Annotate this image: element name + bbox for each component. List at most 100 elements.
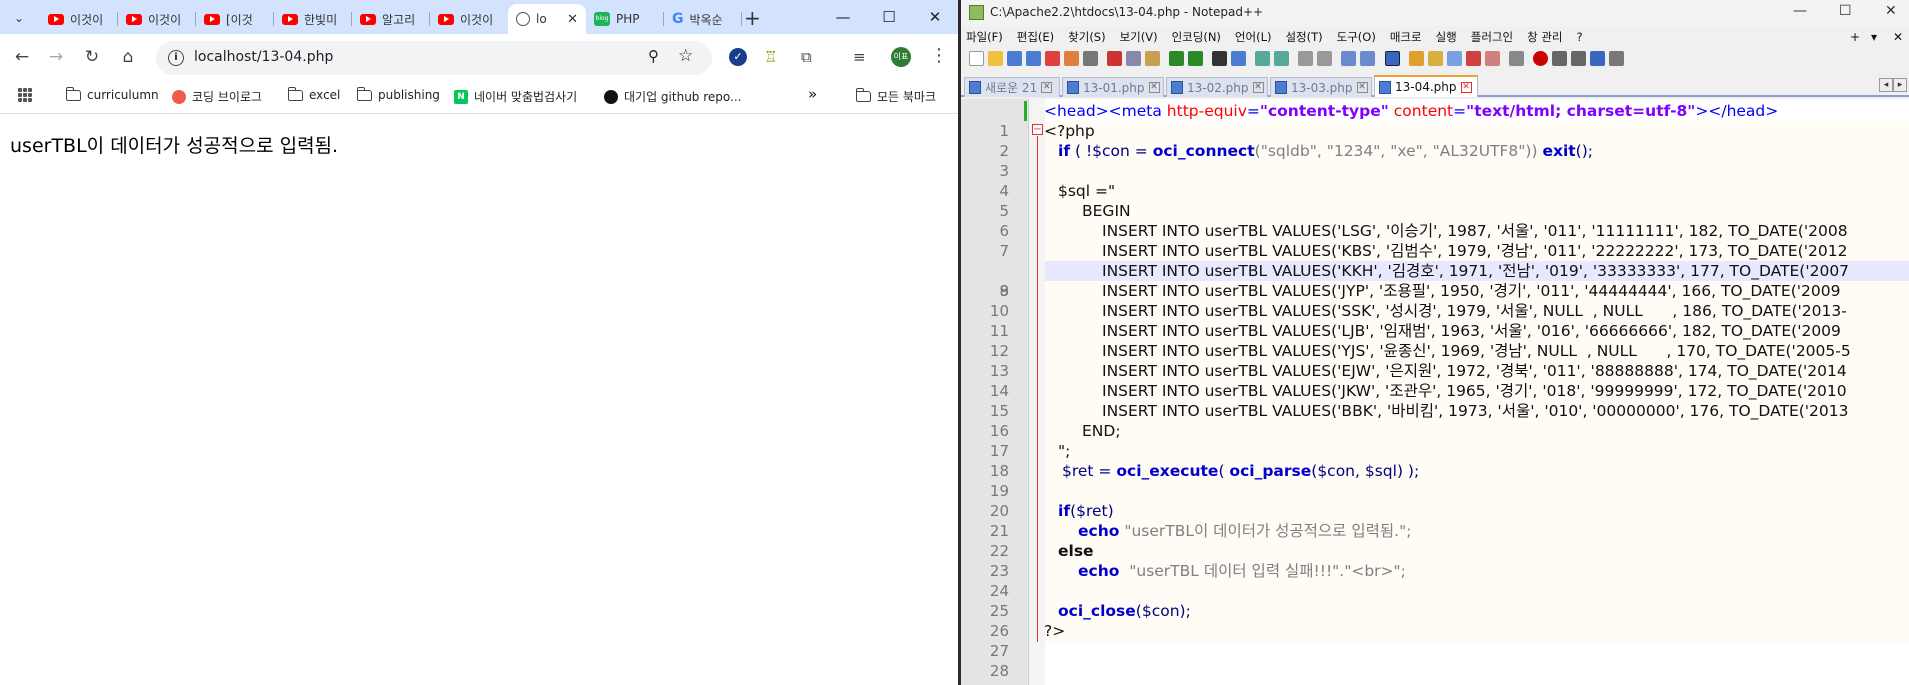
menu-run[interactable]: 실행: [1436, 27, 1457, 47]
tab-close-icon[interactable]: ✕: [1252, 82, 1264, 93]
menu-window[interactable]: 창 관리: [1527, 27, 1562, 47]
menu-macro[interactable]: 매크로: [1390, 27, 1422, 47]
browser-tab[interactable]: 알고리: [352, 4, 430, 34]
menu-view[interactable]: 보기(V): [1120, 27, 1158, 47]
open-file-icon[interactable]: [988, 51, 1003, 66]
tab-search-button[interactable]: ⌄: [8, 7, 30, 29]
menu-tools[interactable]: 도구(O): [1337, 27, 1376, 47]
paste-icon[interactable]: [1145, 51, 1160, 66]
save-macro-icon[interactable]: [1609, 51, 1624, 66]
url-text[interactable]: localhost/13-04.php: [194, 49, 333, 65]
apps-button[interactable]: [18, 88, 32, 102]
sync-vertical-icon[interactable]: [1298, 51, 1313, 66]
word-wrap-icon[interactable]: [1341, 51, 1356, 66]
menu-add-icon[interactable]: +: [1850, 27, 1860, 47]
zoom-icon[interactable]: ⚲: [648, 47, 659, 65]
browser-tab[interactable]: G 박옥순: [664, 4, 742, 34]
tab-close-icon[interactable]: ✕: [567, 12, 578, 27]
forward-icon[interactable]: →: [44, 45, 68, 69]
tab-scroll-right-icon[interactable]: ▸: [1893, 78, 1907, 92]
tab-scroll-left-icon[interactable]: ◂: [1879, 78, 1893, 92]
file-tab[interactable]: 13-01.php ✕: [1062, 77, 1164, 97]
file-tab[interactable]: 13-02.php ✕: [1166, 77, 1268, 97]
new-tab-button[interactable]: +: [744, 6, 761, 30]
tab-close-icon[interactable]: ✕: [1356, 82, 1368, 93]
bookmark-star-icon[interactable]: ☆: [678, 46, 693, 66]
media-controls-icon[interactable]: ≡: [853, 48, 866, 66]
copy-icon[interactable]: [1126, 51, 1141, 66]
close-file-icon[interactable]: [1045, 51, 1060, 66]
play-macro-icon[interactable]: [1571, 51, 1586, 66]
browser-tab-active[interactable]: lo ✕: [508, 4, 586, 34]
save-all-icon[interactable]: [1026, 51, 1041, 66]
bookmarks-overflow-button[interactable]: »: [808, 85, 817, 103]
bookmark-item[interactable]: 코딩 브이로그: [172, 88, 262, 105]
close-icon[interactable]: ✕: [912, 0, 958, 34]
redo-icon[interactable]: [1188, 51, 1203, 66]
menu-edit[interactable]: 편집(E): [1017, 27, 1054, 47]
site-info-icon[interactable]: i: [168, 50, 184, 66]
maximize-icon[interactable]: ☐: [866, 0, 912, 34]
bookmark-item[interactable]: curriculumn: [65, 86, 159, 102]
all-bookmarks-folder[interactable]: 모든 북마크: [855, 88, 936, 105]
browser-tab[interactable]: 한빛미: [274, 4, 352, 34]
tab-close-icon[interactable]: ✕: [1041, 82, 1053, 93]
file-tab-active[interactable]: 13-04.php ✕: [1374, 75, 1478, 97]
extension-check-icon[interactable]: ✓: [729, 48, 747, 66]
stop-macro-icon[interactable]: [1552, 51, 1567, 66]
maximize-icon[interactable]: ☐: [1839, 3, 1852, 19]
udl-icon[interactable]: [1409, 51, 1424, 66]
menu-settings[interactable]: 설정(T): [1285, 27, 1322, 47]
focus-icon[interactable]: [1509, 51, 1524, 66]
undo-icon[interactable]: [1169, 51, 1184, 66]
menu-file[interactable]: 파일(F): [966, 27, 1003, 47]
bookmark-item[interactable]: excel: [287, 86, 340, 102]
bookmark-item[interactable]: 대기업 github repo...: [604, 88, 741, 105]
extensions-puzzle-icon[interactable]: ⧉: [801, 48, 812, 66]
profile-avatar[interactable]: 이표: [891, 47, 911, 67]
browser-tab[interactable]: blog PHP: [586, 4, 664, 34]
monitoring-icon[interactable]: [1485, 51, 1500, 66]
show-all-chars-icon[interactable]: [1360, 51, 1375, 66]
sync-horizontal-icon[interactable]: [1317, 51, 1332, 66]
minimize-icon[interactable]: —: [820, 0, 866, 34]
cut-icon[interactable]: [1107, 51, 1122, 66]
function-list-icon[interactable]: [1447, 51, 1462, 66]
menu-kebab-icon[interactable]: ⋮: [930, 45, 948, 66]
home-icon[interactable]: ⌂: [116, 45, 140, 69]
zoom-out-icon[interactable]: [1274, 51, 1289, 66]
code-editor[interactable]: − 1 <head><meta http-equiv="content-type…: [961, 99, 1909, 685]
browser-tab[interactable]: 이것이: [40, 4, 118, 34]
replace-icon[interactable]: [1231, 51, 1246, 66]
file-tab[interactable]: 13-03.php ✕: [1270, 77, 1372, 97]
run-macro-multiple-icon[interactable]: [1590, 51, 1605, 66]
indent-guide-icon[interactable]: [1385, 51, 1400, 66]
minimize-icon[interactable]: —: [1793, 3, 1807, 19]
tab-close-icon[interactable]: ✕: [1148, 82, 1160, 93]
folder-workspace-icon[interactable]: [1466, 51, 1481, 66]
new-file-icon[interactable]: [969, 51, 984, 66]
browser-tab[interactable]: 이것이: [430, 4, 508, 34]
browser-tab[interactable]: [이것: [196, 4, 274, 34]
record-macro-icon[interactable]: [1533, 51, 1548, 66]
menu-encoding[interactable]: 인코딩(N): [1172, 27, 1221, 47]
reload-icon[interactable]: ↻: [80, 45, 104, 69]
zoom-in-icon[interactable]: [1255, 51, 1270, 66]
bookmark-item[interactable]: publishing: [356, 86, 440, 102]
print-icon[interactable]: [1083, 51, 1098, 66]
menu-language[interactable]: 언어(L): [1235, 27, 1272, 47]
save-icon[interactable]: [1007, 51, 1022, 66]
find-icon[interactable]: [1212, 51, 1227, 66]
extension-highlighter-icon[interactable]: ♖: [764, 48, 777, 66]
menu-help[interactable]: ?: [1576, 27, 1582, 47]
file-tab[interactable]: 새로운 21 ✕: [964, 77, 1060, 97]
menu-dropdown-icon[interactable]: ▾: [1871, 27, 1877, 47]
menu-plugins[interactable]: 플러그인: [1471, 27, 1513, 47]
bookmark-item[interactable]: N 네이버 맞춤법검사기: [454, 88, 577, 105]
close-icon[interactable]: ✕: [1885, 3, 1897, 19]
menu-search[interactable]: 찾기(S): [1068, 27, 1105, 47]
tab-close-icon[interactable]: ✕: [1460, 81, 1472, 93]
address-bar[interactable]: i localhost/13-04.php ⚲ ☆: [156, 41, 712, 75]
menu-close-icon[interactable]: ✕: [1893, 27, 1903, 47]
doc-map-icon[interactable]: [1428, 51, 1443, 66]
